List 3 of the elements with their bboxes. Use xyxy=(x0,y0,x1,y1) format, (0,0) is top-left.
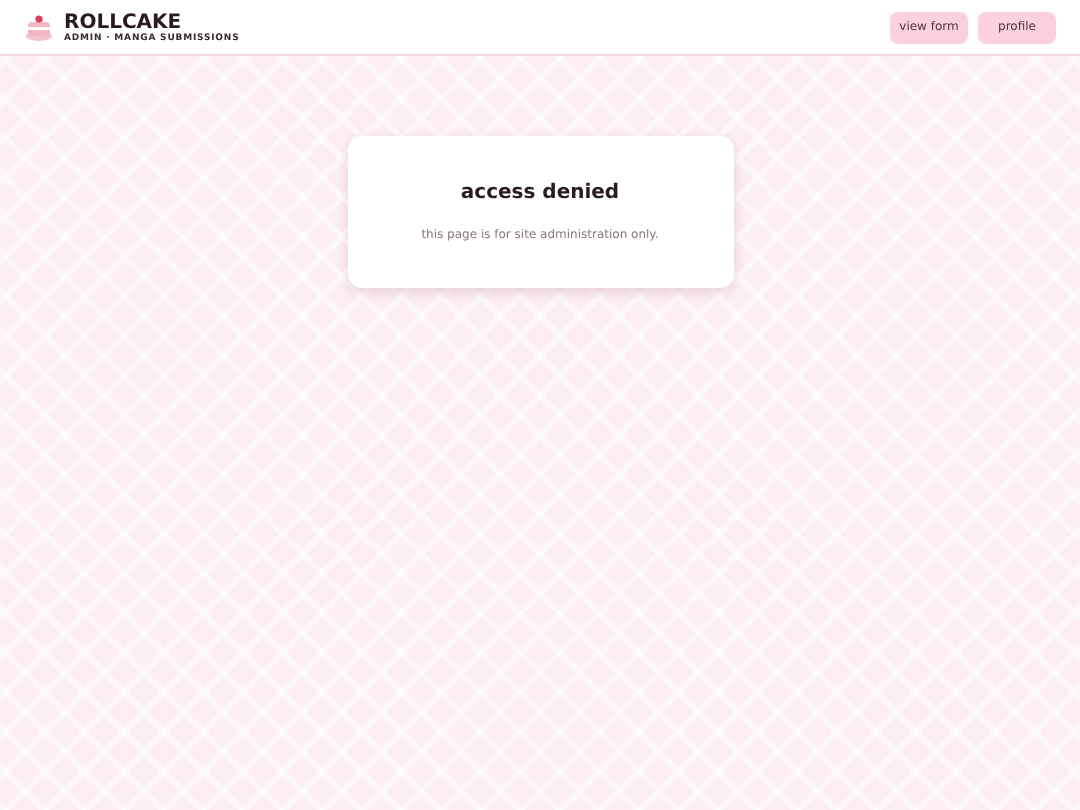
brand-name: ROLLCAKE xyxy=(64,11,184,33)
card-title: access denied xyxy=(460,182,620,204)
cake-icon xyxy=(24,12,54,42)
